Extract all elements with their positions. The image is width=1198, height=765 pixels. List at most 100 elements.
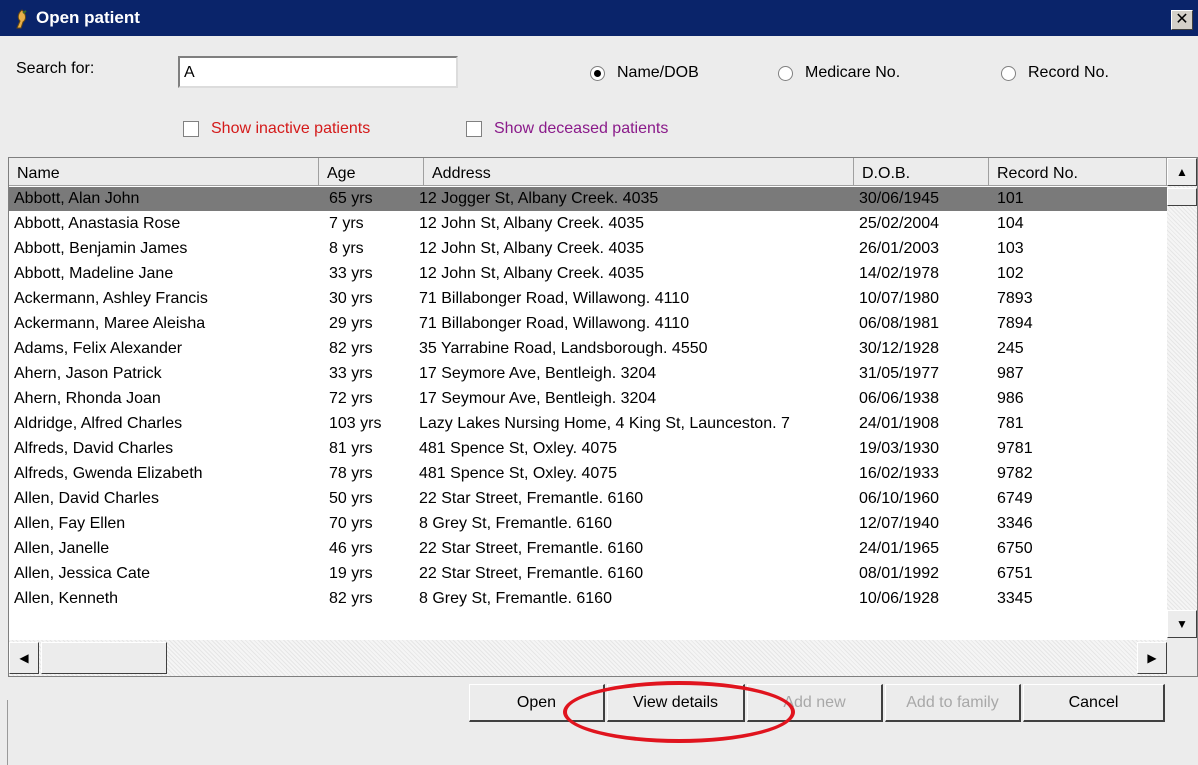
table-cell: 70 yrs (329, 515, 373, 532)
column-header[interactable]: Name (9, 158, 319, 186)
table-cell: 3346 (997, 515, 1033, 532)
search-mode-radio[interactable]: Name/DOB (590, 64, 699, 82)
table-cell: 16/02/1933 (859, 465, 940, 482)
scroll-up-icon[interactable]: ▲ (1167, 158, 1197, 186)
table-cell: 35 Yarrabine Road, Landsborough. 4550 (419, 340, 708, 357)
radio-dot[interactable] (1001, 65, 1016, 81)
table-cell: 14/02/1978 (859, 265, 940, 282)
table-cell: 101 (997, 190, 1024, 207)
table-cell: 29 yrs (329, 315, 373, 332)
radio-dot[interactable] (590, 65, 605, 81)
table-cell: 81 yrs (329, 440, 373, 457)
table-row[interactable]: Abbott, Benjamin James 8 yrs 12 John St, A… (9, 237, 1167, 261)
table-cell: 10/07/1980 (859, 290, 940, 307)
table-cell: 17 Seymour Ave, Bentleigh. 3204 (419, 390, 657, 407)
checkbox-box[interactable] (466, 121, 482, 137)
table-row[interactable]: Alfreds, David Charles 81 yrs 481 Spence S… (9, 437, 1167, 461)
table-row[interactable]: Ahern, Jason Patrick 33 yrs 17 Seymore Ave… (9, 362, 1167, 386)
table-cell: Lazy Lakes Nursing Home, 4 King St, Laun… (419, 415, 790, 432)
horizontal-scrollbar[interactable]: ◀ ▶ (9, 640, 1167, 676)
table-cell: 12 John St, Albany Creek. 4035 (419, 215, 645, 232)
table-row[interactable]: Ahern, Rhonda Joan 72 yrs 17 Seymour Ave, … (9, 387, 1167, 411)
table-row[interactable]: Allen, David Charles 50 yrs 22 Star Street… (9, 487, 1167, 511)
table-cell: 6749 (997, 490, 1033, 507)
table-cell: 9782 (997, 465, 1033, 482)
table-cell: Abbott, Madeline Jane (14, 265, 174, 282)
column-header[interactable]: D.O.B. (854, 158, 989, 186)
search-mode-radio[interactable]: Medicare No. (778, 64, 900, 82)
table-cell: Abbott, Anastasia Rose (14, 215, 181, 232)
radio-label: Medicare No. (805, 64, 901, 81)
table-row[interactable]: Allen, Jessica Cate 19 yrs 22 Star Street,… (9, 562, 1167, 586)
table-cell: 78 yrs (329, 465, 373, 482)
horizontal-scroll-thumb[interactable] (41, 642, 167, 674)
table-cell: 481 Spence St, Oxley. 4075 (419, 465, 618, 482)
vertical-scrollbar[interactable]: ▲ ▼ (1167, 158, 1197, 638)
table-row[interactable]: Allen, Kenneth 82 yrs 8 Grey St, Fremantle… (9, 587, 1167, 611)
table-cell: 103 yrs (329, 415, 382, 432)
table-cell: 6751 (997, 565, 1033, 582)
scrollbar-corner (1167, 638, 1197, 676)
table-cell: 26/01/2003 (859, 240, 940, 257)
open-patient-dialog: Open patient ✕ Search for: A Name/DOB Med… (0, 0, 1198, 765)
table-cell: 71 Billabonger Road, Willawong. 4110 (419, 315, 690, 332)
table-cell: 481 Spence St, Oxley. 4075 (419, 440, 618, 457)
table-header: Name Age Address D.O.B. Record No. (9, 158, 1167, 186)
table-row[interactable]: Allen, Janelle 46 yrs 22 Star Street, Frem… (9, 537, 1167, 561)
table-cell: 12 Jogger St, Albany Creek. 4035 (419, 190, 659, 207)
table-cell: Ahern, Rhonda Joan (14, 390, 161, 407)
table-row[interactable]: Ackermann, Maree Aleisha 29 yrs 71 Billabo… (9, 312, 1167, 336)
table-cell: 06/06/1938 (859, 390, 940, 407)
table-cell: 46 yrs (329, 540, 373, 557)
table-row[interactable]: Ackermann, Ashley Francis 30 yrs 71 Billab… (9, 287, 1167, 311)
search-input[interactable]: A (178, 56, 458, 88)
open-button[interactable]: Open (469, 684, 605, 722)
table-cell: 72 yrs (329, 390, 373, 407)
table-cell: Allen, David Charles (14, 490, 159, 507)
search-label: Search for: (16, 60, 95, 77)
view-details-button[interactable]: View details (607, 684, 745, 722)
search-mode-radio[interactable]: Record No. (1001, 64, 1109, 82)
radio-dot[interactable] (778, 65, 793, 81)
table-cell: 104 (997, 215, 1024, 232)
show-inactive-checkbox[interactable]: Show inactive patients (183, 120, 370, 138)
scroll-left-icon[interactable]: ◀ (9, 642, 39, 674)
table-cell: 3345 (997, 590, 1033, 607)
scroll-right-icon[interactable]: ▶ (1137, 642, 1167, 674)
window-title: Open patient (36, 8, 140, 27)
table-cell: 987 (997, 365, 1024, 382)
patient-list[interactable]: Name Age Address D.O.B. Record No. Abbott, A… (8, 157, 1198, 677)
close-icon[interactable]: ✕ (1171, 10, 1193, 30)
table-cell: 33 yrs (329, 365, 373, 382)
table-row[interactable]: Abbott, Madeline Jane 33 yrs 12 John St, A… (9, 262, 1167, 286)
table-cell: 17 Seymore Ave, Bentleigh. 3204 (419, 365, 657, 382)
add-to-family-button[interactable]: Add to family (885, 684, 1021, 722)
checkbox-box[interactable] (183, 121, 199, 137)
table-cell: Allen, Kenneth (14, 590, 119, 607)
table-cell: 102 (997, 265, 1024, 282)
table-cell: 19/03/1930 (859, 440, 940, 457)
table-cell: 31/05/1977 (859, 365, 940, 382)
column-header[interactable]: Address (424, 158, 854, 186)
add-new-button[interactable]: Add new (747, 684, 883, 722)
table-row[interactable]: Abbott, Anastasia Rose 7 yrs 12 John St, A… (9, 212, 1167, 236)
table-cell: 06/10/1960 (859, 490, 940, 507)
table-row[interactable]: Abbott, Alan John 65 yrs 12 Jogger St, Alb… (9, 187, 1167, 211)
scroll-thumb[interactable] (1167, 188, 1197, 206)
title-bar: Open patient ✕ (0, 0, 1198, 36)
cancel-button[interactable]: Cancel (1023, 684, 1165, 722)
left-divider (7, 700, 8, 765)
table-row[interactable]: Adams, Felix Alexander 82 yrs 35 Yarrabine… (9, 337, 1167, 361)
table-cell: Aldridge, Alfred Charles (14, 415, 183, 432)
show-deceased-checkbox[interactable]: Show deceased patients (466, 120, 668, 138)
table-cell: 19 yrs (329, 565, 373, 582)
column-header[interactable]: Record No. (989, 158, 1167, 186)
table-row[interactable]: Aldridge, Alfred Charles 103 yrs Lazy Lake… (9, 412, 1167, 436)
table-cell: 103 (997, 240, 1024, 257)
column-header[interactable]: Age (319, 158, 424, 186)
table-row[interactable]: Allen, Fay Ellen 70 yrs 8 Grey St, Fremant… (9, 512, 1167, 536)
table-row[interactable]: Alfreds, Gwenda Elizabeth 78 yrs 481 Spenc… (9, 462, 1167, 486)
table-cell: Allen, Jessica Cate (14, 565, 151, 582)
scroll-down-icon[interactable]: ▼ (1167, 610, 1197, 638)
table-cell: 06/08/1981 (859, 315, 940, 332)
